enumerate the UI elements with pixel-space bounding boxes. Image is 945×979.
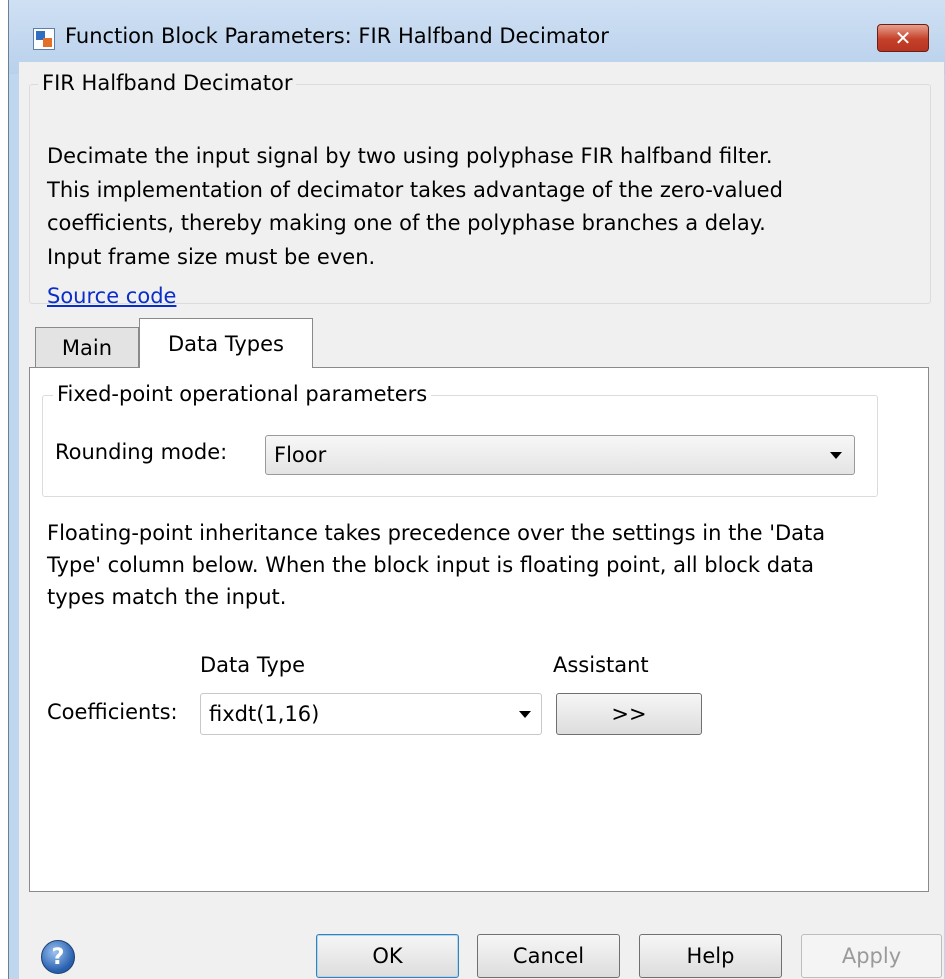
description-line: Decimate the input signal by two using p… xyxy=(47,144,773,168)
inheritance-line: Floating-point inheritance takes precede… xyxy=(47,521,826,545)
chevron-down-icon xyxy=(519,711,531,718)
block-description-group: FIR Halfband Decimator Decimate the inpu… xyxy=(29,71,931,308)
inheritance-line: types match the input. xyxy=(47,585,287,609)
fixed-point-params-group: Fixed-point operational parameters Round… xyxy=(42,382,878,497)
description-line: This implementation of decimator takes a… xyxy=(47,177,783,202)
help-button[interactable]: Help xyxy=(639,934,782,978)
coefficients-datatype-combo[interactable]: fixdt(1,16) xyxy=(200,693,542,735)
close-button[interactable]: ✕ xyxy=(877,24,929,52)
coefficients-label: Coefficients: xyxy=(47,700,178,724)
fixed-point-group-title: Fixed-point operational parameters xyxy=(53,382,432,406)
data-types-tab-panel: Fixed-point operational parameters Round… xyxy=(29,367,929,892)
cancel-button[interactable]: Cancel xyxy=(477,934,620,978)
help-question-icon[interactable]: ? xyxy=(41,940,75,974)
assistant-column-header: Assistant xyxy=(553,653,649,677)
tab-data-types[interactable]: Data Types xyxy=(139,318,313,368)
dialog-window: Function Block Parameters: FIR Halfband … xyxy=(8,0,945,979)
coefficients-datatype-value: fixdt(1,16) xyxy=(209,702,320,726)
source-code-link[interactable]: Source code xyxy=(47,284,176,308)
inheritance-note: Floating-point inheritance takes precede… xyxy=(47,517,917,613)
description-line: coefficients, thereby making one of the … xyxy=(47,211,766,235)
data-type-column-header: Data Type xyxy=(200,653,306,677)
dialog-client-area: FIR Halfband Decimator Decimate the inpu… xyxy=(19,62,944,979)
apply-button[interactable]: Apply xyxy=(801,934,942,978)
inheritance-line: Type' column below. When the block input… xyxy=(47,553,814,577)
rounding-mode-label: Rounding mode: xyxy=(55,440,228,464)
block-name-legend: FIR Halfband Decimator xyxy=(38,71,297,95)
chevron-down-icon xyxy=(830,452,842,459)
tab-main[interactable]: Main xyxy=(35,327,139,367)
rounding-mode-value: Floor xyxy=(274,443,327,467)
data-type-assistant-button[interactable]: >> xyxy=(556,693,702,735)
rounding-mode-select[interactable]: Floor xyxy=(265,435,855,475)
close-icon: ✕ xyxy=(894,26,912,50)
block-description: Decimate the input signal by two using p… xyxy=(47,140,927,274)
ok-button[interactable]: OK xyxy=(316,934,459,978)
simulink-block-icon xyxy=(33,28,55,50)
window-title: Function Block Parameters: FIR Halfband … xyxy=(65,24,609,48)
description-line: Input frame size must be even. xyxy=(47,244,376,269)
